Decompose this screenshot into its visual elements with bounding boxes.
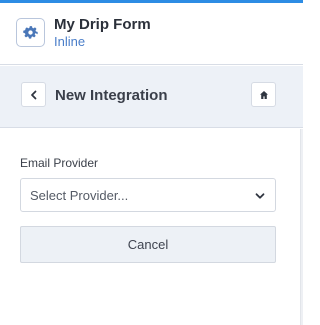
chevron-left-icon — [30, 90, 36, 99]
form-settings-button[interactable] — [16, 18, 45, 47]
form-header: My Drip Form Inline — [0, 3, 303, 65]
cancel-button-label: Cancel — [127, 237, 169, 252]
home-icon — [259, 90, 268, 99]
integration-subheader: New Integration — [0, 66, 303, 128]
form-type: Inline — [54, 34, 86, 49]
home-button[interactable] — [251, 82, 276, 107]
cancel-button[interactable]: Cancel — [20, 226, 276, 263]
gear-icon — [23, 26, 38, 39]
page-title: New Integration — [55, 87, 168, 104]
back-button[interactable] — [21, 82, 46, 107]
form-title: My Drip Form — [54, 16, 151, 33]
chevron-down-icon — [255, 193, 265, 199]
provider-select[interactable]: Select Provider... — [20, 178, 276, 212]
provider-select-value: Select Provider... — [30, 188, 129, 203]
scrollbar[interactable] — [300, 129, 303, 325]
email-provider-label: Email Provider — [20, 156, 99, 170]
